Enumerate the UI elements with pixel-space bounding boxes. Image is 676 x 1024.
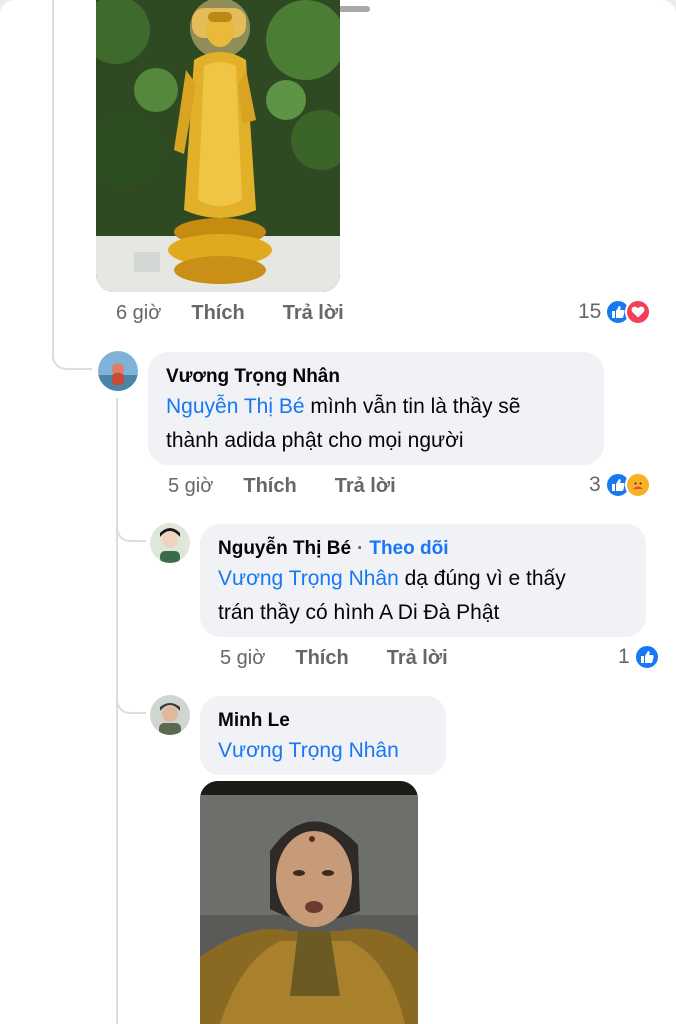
comment-2-text-line2: thành adida phật cho mọi người [166, 429, 464, 452]
comment-3-reactions[interactable]: 1 [618, 644, 660, 670]
comment-3-time[interactable]: 5 giờ [220, 647, 265, 670]
comment-1-reactions[interactable]: 15 [578, 299, 652, 325]
thread-line-replies [116, 398, 118, 1024]
avatar-minh-le[interactable] [150, 695, 190, 735]
comment-3-author[interactable]: Nguyễn Thị Bé [218, 538, 351, 559]
comment-photo-statue[interactable] [96, 0, 340, 292]
comment-3-reaction-count: 1 [618, 645, 630, 668]
thread-line-main [52, 0, 54, 360]
comment-2-bubble: Vương Trọng Nhân Nguyễn Thị Bé mình vẫn … [148, 352, 604, 465]
comment-2-time[interactable]: 5 giờ [168, 475, 213, 498]
thumbs-up-icon [633, 644, 660, 670]
comment-2-mention[interactable]: Nguyễn Thị Bé [166, 395, 305, 418]
avatar-nguyen-thi-be[interactable] [150, 523, 190, 563]
meme-photo-image [200, 781, 418, 1024]
statue-photo-image [96, 0, 340, 292]
thread-line-connector-3 [116, 692, 146, 714]
comment-3-reply-button[interactable]: Trả lời [387, 647, 448, 670]
comments-sheet: 6 giờ Thích Trả lời 15 Vương Trọng Nhân … [0, 0, 676, 1024]
care-face-icon [624, 472, 651, 498]
comment-3-mention[interactable]: Vương Trọng Nhân [218, 567, 399, 590]
comment-2-text: Nguyễn Thị Bé mình vẫn tin là thầy sẽ th… [166, 390, 586, 458]
comment-4-bubble: Minh Le Vương Trọng Nhân [200, 696, 446, 775]
comment-2-author[interactable]: Vương Trọng Nhân [166, 364, 586, 390]
comment-1-meta: 6 giờ Thích Trả lời [116, 302, 344, 325]
comment-3-follow-button[interactable]: Theo dõi [369, 538, 448, 559]
comment-2-reaction-count: 3 [589, 473, 601, 496]
comment-3-text-line2: trán thầy có hình A Di Đà Phật [218, 601, 500, 624]
thread-line-connector-2 [116, 520, 146, 542]
comment-3-text: Vương Trọng Nhân dạ đúng vì e thấy trán … [218, 562, 628, 630]
comment-2-text-line1: mình vẫn tin là thầy sẽ [304, 395, 521, 418]
comment-3-header: Nguyễn Thị Bé · Theo dõi [218, 536, 628, 562]
comment-1-like-button[interactable]: Thích [191, 302, 244, 325]
comment-4-photo[interactable] [200, 781, 418, 1024]
comment-2-reactions[interactable]: 3 [589, 472, 651, 498]
comment-1-time[interactable]: 6 giờ [116, 302, 161, 325]
comment-4-author[interactable]: Minh Le [218, 708, 428, 734]
comment-3-text-line1: dạ đúng vì e thấy [398, 567, 566, 590]
comment-4-mention[interactable]: Vương Trọng Nhân [218, 739, 399, 762]
comment-3-meta: 5 giờ Thích Trả lời [220, 647, 448, 670]
comment-1-reaction-count: 15 [578, 300, 602, 323]
thread-line-connector [52, 350, 92, 370]
comment-1-reply-button[interactable]: Trả lời [283, 302, 344, 325]
comment-2-reply-button[interactable]: Trả lời [335, 475, 396, 498]
avatar-vuong-trong-nhan[interactable] [98, 351, 138, 391]
comment-3-like-button[interactable]: Thích [295, 647, 348, 670]
comment-2-like-button[interactable]: Thích [243, 475, 296, 498]
comment-4-text: Vương Trọng Nhân [218, 734, 428, 768]
comment-3-bubble: Nguyễn Thị Bé · Theo dõi Vương Trọng Nhân … [200, 524, 646, 637]
comment-2-meta: 5 giờ Thích Trả lời [168, 475, 396, 498]
comment-3-separator: · [357, 538, 364, 559]
heart-icon [625, 299, 652, 325]
